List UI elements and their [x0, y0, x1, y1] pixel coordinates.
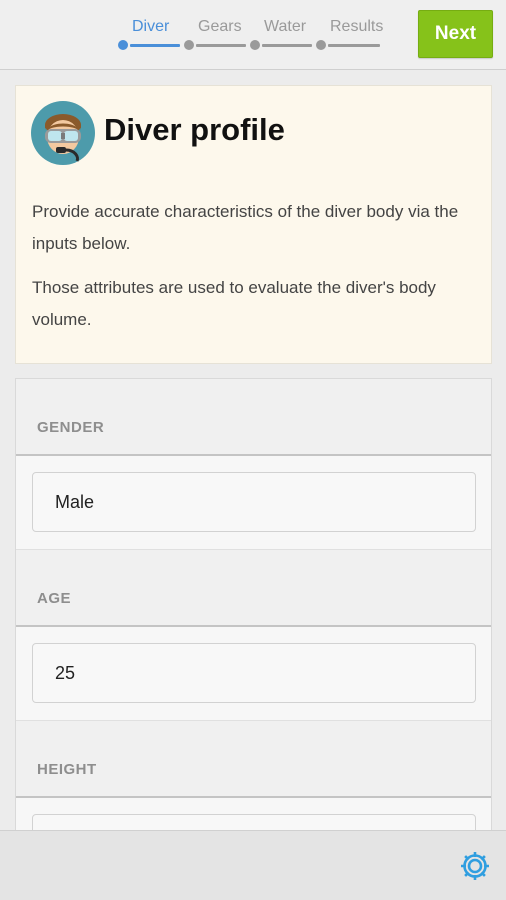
step-label-results: Results — [330, 18, 384, 35]
step-gears[interactable]: Gears — [182, 0, 248, 70]
step-line-results — [328, 44, 380, 47]
diver-form: GENDER Male AGE 25 HEIGHT — [15, 378, 492, 848]
step-line-gears — [196, 44, 246, 47]
step-label-water: Water — [264, 18, 307, 35]
description-paragraph: Provide accurate characteristics of the … — [32, 202, 459, 253]
step-results[interactable]: Results — [314, 0, 384, 70]
gear-icon[interactable] — [458, 849, 492, 883]
age-field-header: AGE — [16, 550, 491, 627]
gender-field-body: Male — [16, 456, 491, 550]
gender-label: GENDER — [37, 419, 105, 436]
step-diver[interactable]: Diver — [116, 0, 182, 70]
step-dot-diver — [118, 40, 128, 50]
height-field-header: HEIGHT — [16, 721, 491, 798]
gender-field-header: GENDER — [16, 379, 491, 456]
top-bar: Diver Gears Water Results Next — [0, 0, 506, 70]
age-input[interactable]: 25 — [32, 643, 476, 703]
step-line-diver — [130, 44, 180, 47]
description-paragraph: Those attributes are used to evaluate th… — [32, 278, 436, 329]
gender-select[interactable]: Male — [32, 472, 476, 532]
step-dot-gears — [184, 40, 194, 50]
next-button[interactable]: Next — [418, 10, 493, 58]
step-label-diver: Diver — [132, 18, 170, 35]
step-label-gears: Gears — [198, 18, 242, 35]
diver-avatar-icon — [31, 101, 95, 165]
step-water[interactable]: Water — [248, 0, 314, 70]
height-label: HEIGHT — [37, 761, 97, 778]
step-dot-results — [316, 40, 326, 50]
age-label: AGE — [37, 590, 72, 607]
profile-description: Provide accurate characteristics of the … — [32, 196, 477, 336]
bottom-bar — [0, 830, 506, 900]
step-line-water — [262, 44, 312, 47]
step-dot-water — [250, 40, 260, 50]
profile-card: Diver profile Provide accurate character… — [15, 85, 492, 364]
age-field-body: 25 — [16, 627, 491, 721]
page-title: Diver profile — [104, 112, 285, 147]
